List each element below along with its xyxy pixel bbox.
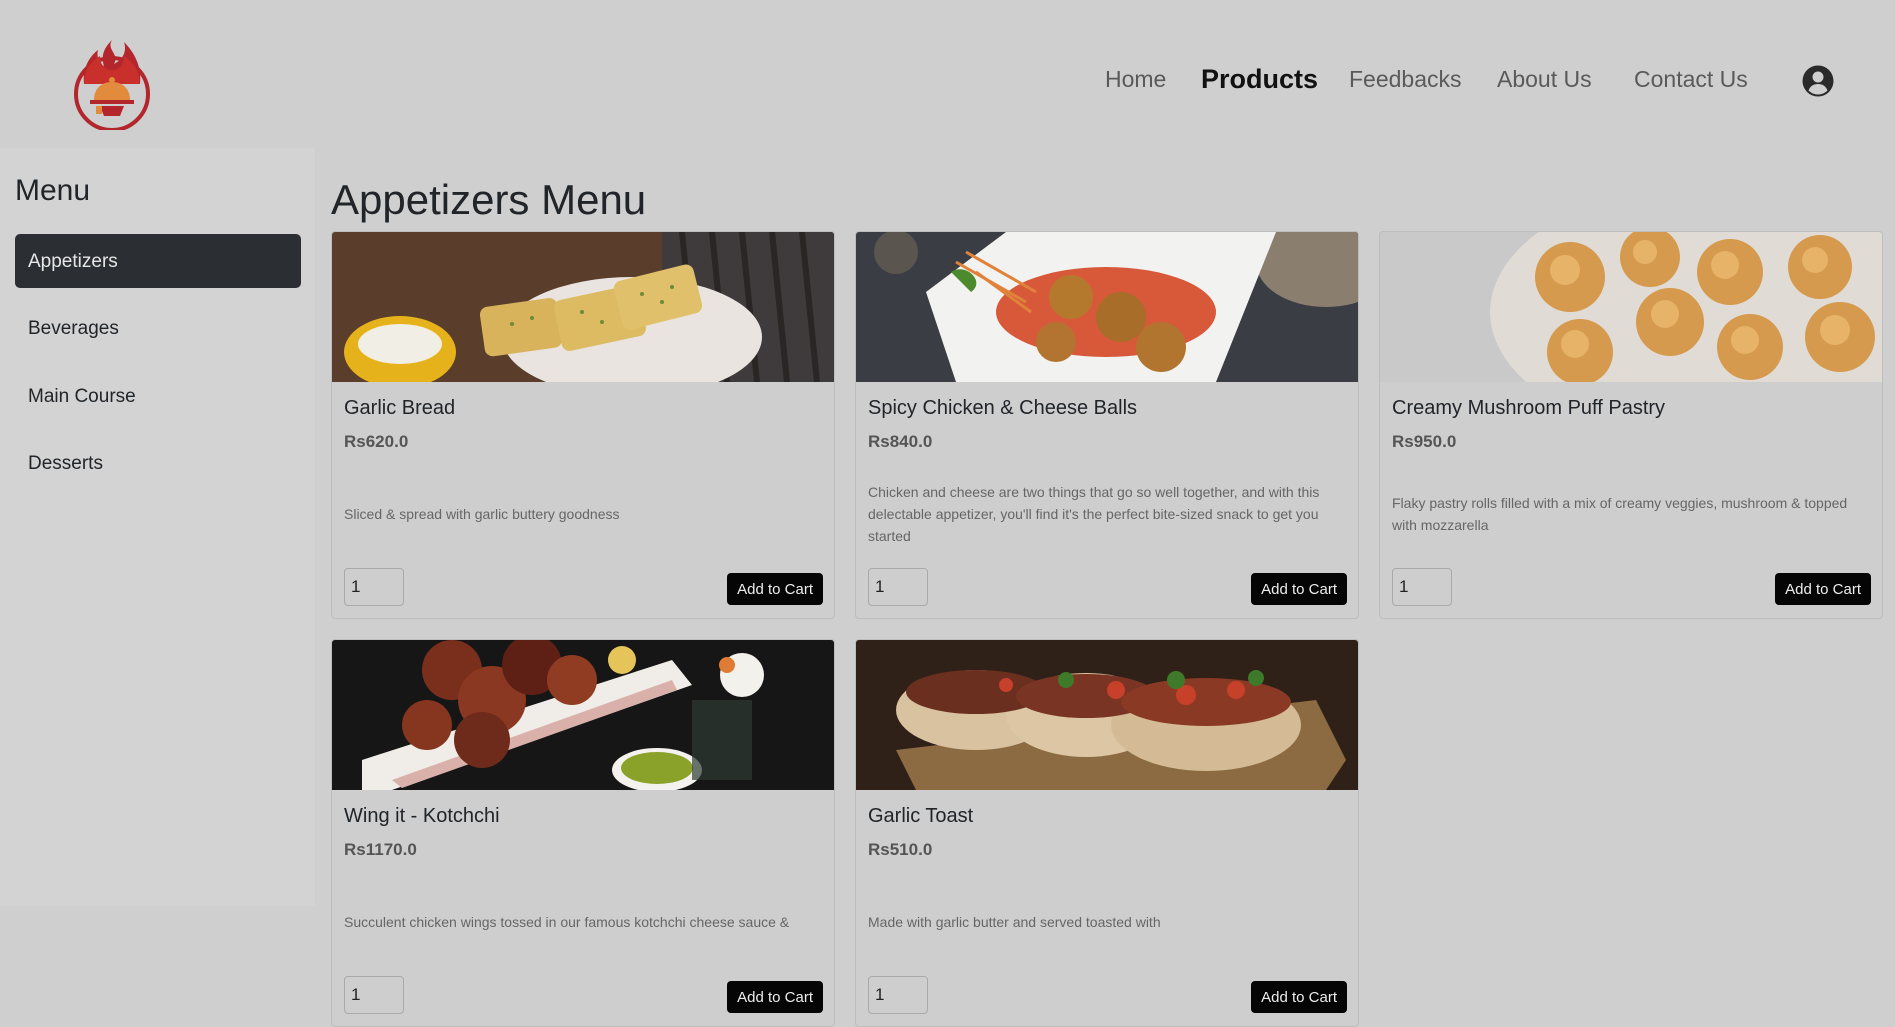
nav-about-us[interactable]: About Us — [1497, 66, 1592, 93]
product-image-garlic-toast — [856, 640, 1358, 790]
product-description: Succulent chicken wings tossed in our fa… — [344, 880, 822, 964]
product-description: Flaky pastry rolls filled with a mix of … — [1392, 472, 1870, 556]
product-name: Garlic Bread — [344, 397, 456, 419]
sidebar-item-label: Appetizers — [28, 251, 118, 272]
quantity-input[interactable] — [1392, 568, 1452, 606]
product-price: Rs620.0 — [344, 432, 409, 451]
main-nav: Home Products Feedbacks About Us Contact… — [0, 64, 1895, 106]
nav-feedbacks[interactable]: Feedbacks — [1349, 66, 1462, 93]
product-description-text: Made with garlic butter and served toast… — [868, 914, 1161, 930]
add-to-cart-button[interactable]: Add to Cart — [1251, 573, 1347, 605]
sidebar-item-appetizers[interactable]: Appetizers — [15, 234, 301, 288]
add-to-cart-button[interactable]: Add to Cart — [1251, 981, 1347, 1013]
product-card: Creamy Mushroom Puff Pastry Rs950.0 Flak… — [1379, 231, 1883, 619]
product-image-chicken-wings — [332, 640, 834, 790]
product-description-text: Succulent chicken wings tossed in our fa… — [344, 914, 790, 930]
quantity-input[interactable] — [344, 976, 404, 1014]
nav-contact-us[interactable]: Contact Us — [1634, 66, 1748, 93]
product-name: Creamy Mushroom Puff Pastry — [1392, 397, 1666, 419]
sidebar-item-main-course[interactable]: Main Course — [15, 369, 301, 423]
header: Home Products Feedbacks About Us Contact… — [0, 0, 1895, 148]
add-to-cart-button[interactable]: Add to Cart — [727, 573, 823, 605]
product-name: Wing it - Kotchchi — [344, 805, 500, 827]
product-description-text: Flaky pastry rolls filled with a mix of … — [1392, 495, 1848, 533]
quantity-input[interactable] — [344, 568, 404, 606]
nav-products[interactable]: Products — [1201, 64, 1318, 95]
product-name: Garlic Toast — [868, 805, 974, 827]
add-to-cart-button[interactable]: Add to Cart — [727, 981, 823, 1013]
product-card: Garlic Toast Rs510.0 Made with garlic bu… — [855, 639, 1359, 1027]
page-title: Appetizers Menu — [331, 176, 647, 223]
product-price: Rs1170.0 — [344, 840, 417, 859]
user-profile-icon[interactable] — [1802, 65, 1834, 97]
sidebar-item-label: Main Course — [28, 386, 136, 407]
product-name: Spicy Chicken & Cheese Balls — [868, 397, 1138, 419]
quantity-input[interactable] — [868, 568, 928, 606]
sidebar-item-beverages[interactable]: Beverages — [15, 301, 301, 355]
product-description-text: Sliced & spread with garlic buttery good… — [344, 506, 620, 522]
product-image-puff-pastry — [1380, 232, 1882, 382]
sidebar-item-label: Beverages — [28, 318, 119, 339]
nav-home[interactable]: Home — [1105, 66, 1166, 93]
add-to-cart-button[interactable]: Add to Cart — [1775, 573, 1871, 605]
sidebar-item-desserts[interactable]: Desserts — [15, 436, 301, 490]
product-description-text: Chicken and cheese are two things that g… — [868, 484, 1320, 544]
product-price: Rs510.0 — [868, 840, 933, 859]
product-price: Rs950.0 — [1392, 432, 1457, 451]
quantity-input[interactable] — [868, 976, 928, 1014]
product-card: Spicy Chicken & Cheese Balls Rs840.0 Chi… — [855, 231, 1359, 619]
product-image-cheese-balls — [856, 232, 1358, 382]
product-image-garlic-bread — [332, 232, 834, 382]
product-card: Garlic Bread Rs620.0 Sliced & spread wit… — [331, 231, 835, 619]
product-card: Wing it - Kotchchi Rs1170.0 Succulent ch… — [331, 639, 835, 1027]
product-price: Rs840.0 — [868, 432, 933, 451]
product-description: Made with garlic butter and served toast… — [868, 880, 1346, 964]
sidebar: Menu Appetizers Beverages Main Course De… — [0, 148, 315, 906]
product-description: Sliced & spread with garlic buttery good… — [344, 472, 822, 556]
product-description: Chicken and cheese are two things that g… — [868, 472, 1346, 556]
sidebar-title: Menu — [15, 174, 91, 207]
sidebar-item-label: Desserts — [28, 453, 103, 474]
